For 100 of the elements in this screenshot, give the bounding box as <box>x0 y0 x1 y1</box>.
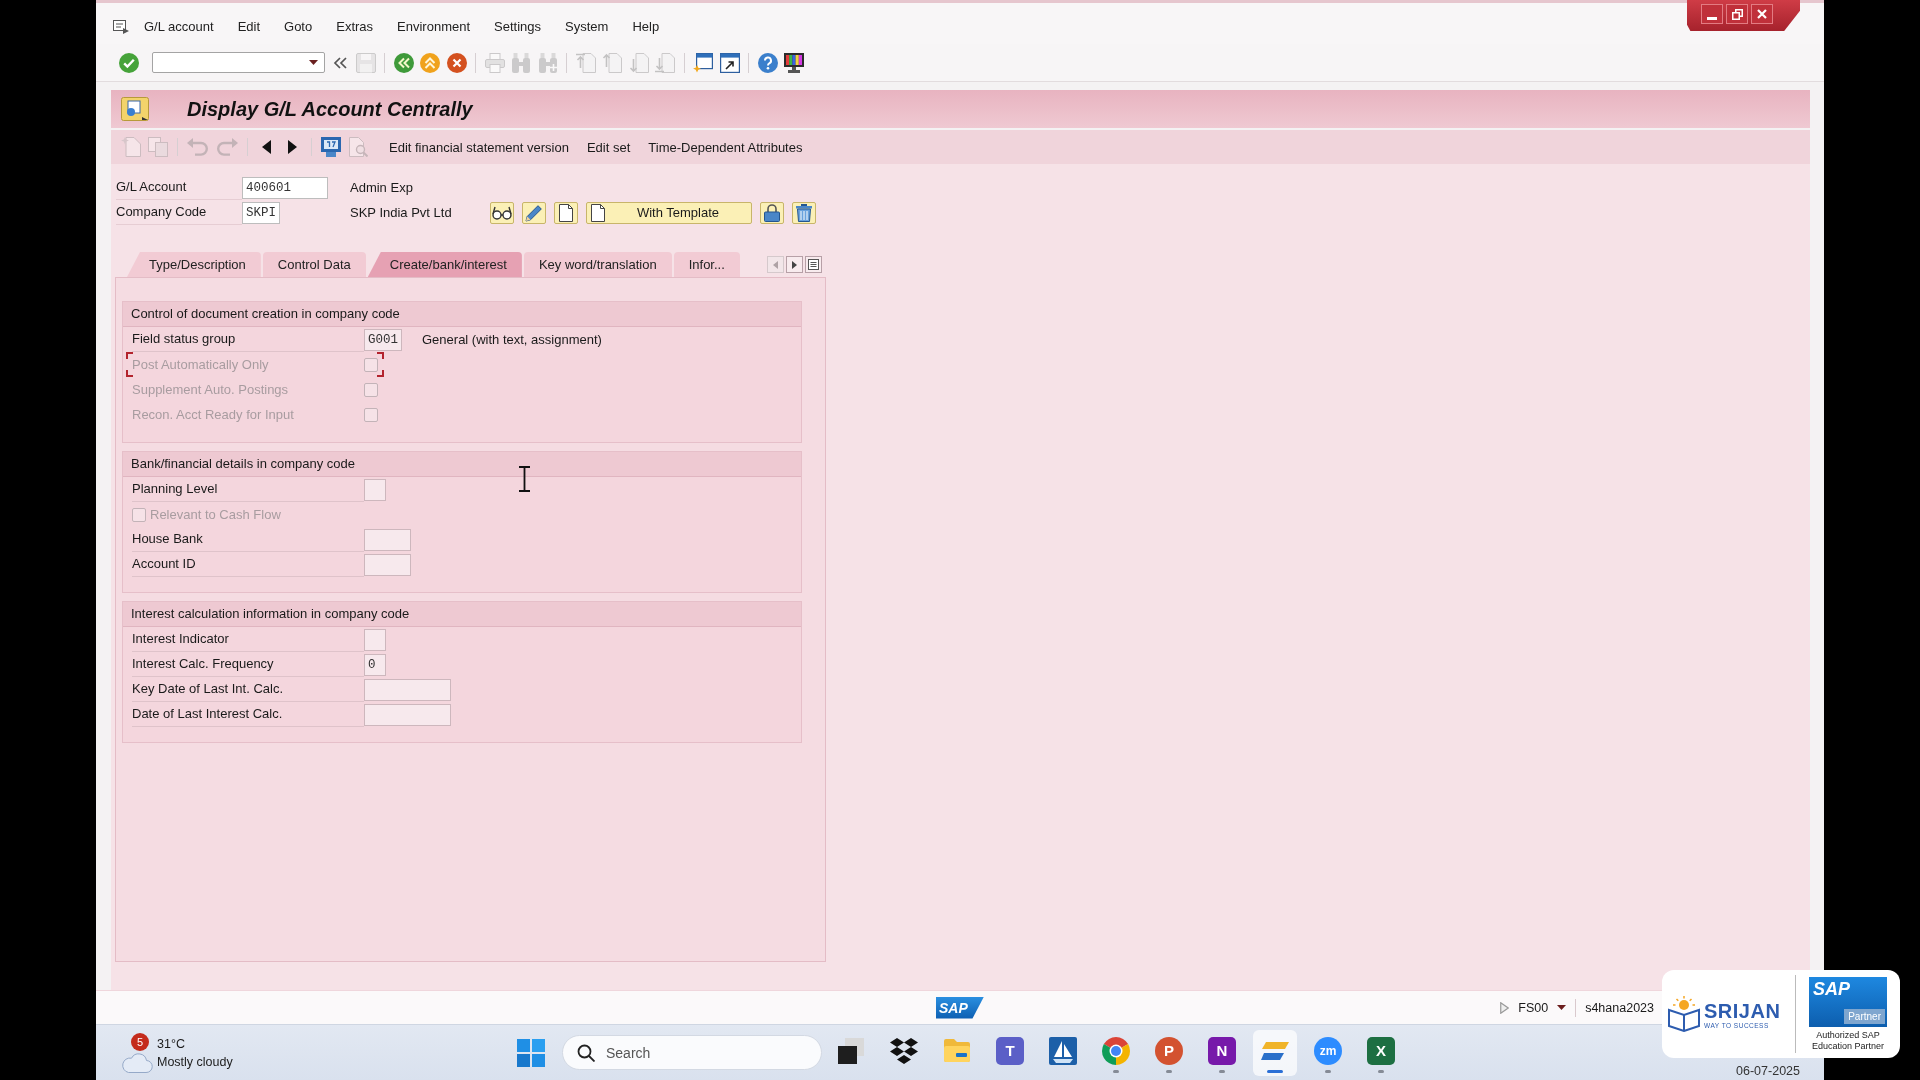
tab[interactable]: Control Data <box>262 252 366 277</box>
weather-temperature: 31°C <box>157 1035 186 1053</box>
menu-item[interactable]: System <box>565 19 609 34</box>
restore-icon <box>1731 8 1743 20</box>
taskbar-app-button[interactable]: X <box>1359 1029 1403 1076</box>
menu-item[interactable]: Help <box>632 19 660 34</box>
tab-scroll-right-button[interactable] <box>786 256 803 273</box>
input-field[interactable] <box>364 553 411 576</box>
tab-list-button[interactable] <box>805 256 822 273</box>
triangle-left-icon[interactable] <box>262 140 271 154</box>
search-input[interactable]: Search <box>606 1042 786 1063</box>
field-label: Key Date of Last Int. Calc. <box>132 677 364 702</box>
template-button[interactable]: With Template <box>586 201 752 224</box>
stacked-squares-icon <box>837 1036 865 1065</box>
weather-condition: Mostly cloudy <box>157 1053 233 1071</box>
field-label: Interest Indicator <box>132 627 364 652</box>
cross-circle-icon[interactable] <box>446 52 467 73</box>
input-field[interactable]: G001 <box>364 328 402 351</box>
restore-button[interactable] <box>1726 4 1748 24</box>
taskbar-app-button[interactable]: P <box>1147 1029 1191 1076</box>
app-letter-tile: T <box>996 1036 1024 1065</box>
app-letter-tile: P <box>1155 1036 1183 1065</box>
display-button[interactable] <box>490 201 514 224</box>
toolbar-button[interactable]: Edit financial statement version <box>385 135 573 159</box>
menu-item[interactable]: Edit <box>237 19 261 34</box>
input-field[interactable] <box>364 528 411 551</box>
field-description: Admin Exp <box>350 180 413 195</box>
field-label: Account ID <box>132 552 364 577</box>
input-field[interactable] <box>364 628 386 651</box>
monitor-icon[interactable] <box>784 52 804 73</box>
partner-caption: Authorized SAP Education Partner <box>1810 1029 1885 1052</box>
menu-item[interactable]: G/L account <box>144 19 214 34</box>
menu-item[interactable]: Settings <box>494 19 542 34</box>
tricolor-circle-icon <box>1102 1036 1130 1065</box>
help-icon[interactable] <box>757 52 778 73</box>
field-label: Relevant to Cash Flow <box>150 506 281 524</box>
close-button[interactable] <box>1751 4 1773 24</box>
field-description: General (with text, assignment) <box>422 332 602 347</box>
menu-icon[interactable] <box>113 19 129 34</box>
triangle-left-icon <box>773 260 778 269</box>
calendar-icon[interactable] <box>321 137 341 157</box>
taskbar-app-button[interactable]: N <box>1200 1029 1244 1076</box>
close-icon <box>1757 9 1767 19</box>
toolbar-button[interactable]: Edit set <box>582 135 635 159</box>
taskbar-date: 06-07-2025 <box>1736 1064 1800 1080</box>
tab[interactable]: Type/Description <box>127 252 261 277</box>
chevrons-up-circle-icon[interactable] <box>420 52 440 73</box>
group-title: Control of document creation in company code <box>123 302 801 327</box>
menu-item[interactable]: Extras <box>336 19 374 34</box>
brand-logo: SAP <box>936 996 984 1019</box>
field-label: Recon. Acct Ready for Input <box>132 406 295 424</box>
change-button[interactable] <box>522 201 546 224</box>
triangle-right-icon <box>792 260 797 269</box>
field-label: Supplement Auto. Postings <box>132 381 290 399</box>
triangle-right-icon[interactable] <box>288 140 297 154</box>
field-description: SKP India Pvt Ltd <box>350 205 452 220</box>
taskbar-app-button[interactable]: T <box>988 1029 1032 1076</box>
diamonds-icon <box>890 1037 918 1064</box>
glasses-icon <box>492 205 512 220</box>
caret-icon[interactable] <box>1557 1005 1567 1010</box>
create-button[interactable] <box>554 201 578 224</box>
check-circle-icon[interactable] <box>119 52 139 73</box>
input-field[interactable]: SKPI <box>242 201 280 224</box>
field-label: Date of Last Interest Calc. <box>132 702 364 727</box>
input-field[interactable] <box>364 703 451 726</box>
input-field[interactable]: 0 <box>364 653 386 676</box>
tab[interactable]: Key word/translation <box>523 252 672 277</box>
pencil-icon <box>525 203 543 222</box>
input-field[interactable] <box>364 678 451 701</box>
brand-name: SRIJAN <box>1704 999 1781 1022</box>
tab[interactable]: Infor... <box>673 252 740 277</box>
search-field[interactable]: Search <box>562 1035 822 1070</box>
stripes-icon <box>1261 1040 1289 1061</box>
list-icon <box>808 259 819 270</box>
minimize-icon <box>1707 17 1717 20</box>
group-title: Interest calculation information in company code <box>123 602 801 627</box>
lock-button[interactable] <box>760 201 784 224</box>
badge-caption: Partner <box>1844 1008 1885 1024</box>
menu-item[interactable]: Environment <box>397 19 471 34</box>
input-field[interactable]: 400601 <box>242 176 328 199</box>
book-sun-icon <box>1668 996 1700 1032</box>
menu-item[interactable]: Goto <box>284 19 313 34</box>
chevrons-left-circle-icon[interactable] <box>393 52 414 73</box>
transaction-code: FS00 <box>1518 1000 1549 1015</box>
search-icon <box>577 1043 595 1062</box>
command-field[interactable] <box>151 52 325 73</box>
window-star-icon[interactable] <box>693 52 713 73</box>
badge-title: SAP <box>1812 977 1851 999</box>
tab[interactable]: Create/bank/interest <box>367 252 522 277</box>
app-letter-tile: zm <box>1314 1036 1342 1065</box>
cloud-icon[interactable] <box>121 1050 153 1073</box>
minimize-button[interactable] <box>1701 4 1723 24</box>
lock-icon <box>764 203 780 222</box>
toolbar-button[interactable]: Time-Dependent Attributes <box>644 135 807 159</box>
caret-icon[interactable] <box>308 60 318 65</box>
folder-icon <box>944 1039 970 1062</box>
delete-button[interactable] <box>792 201 816 224</box>
double-chevron-left-icon[interactable] <box>333 56 347 69</box>
input-field[interactable] <box>364 478 386 501</box>
grid-icon[interactable] <box>517 1038 545 1067</box>
